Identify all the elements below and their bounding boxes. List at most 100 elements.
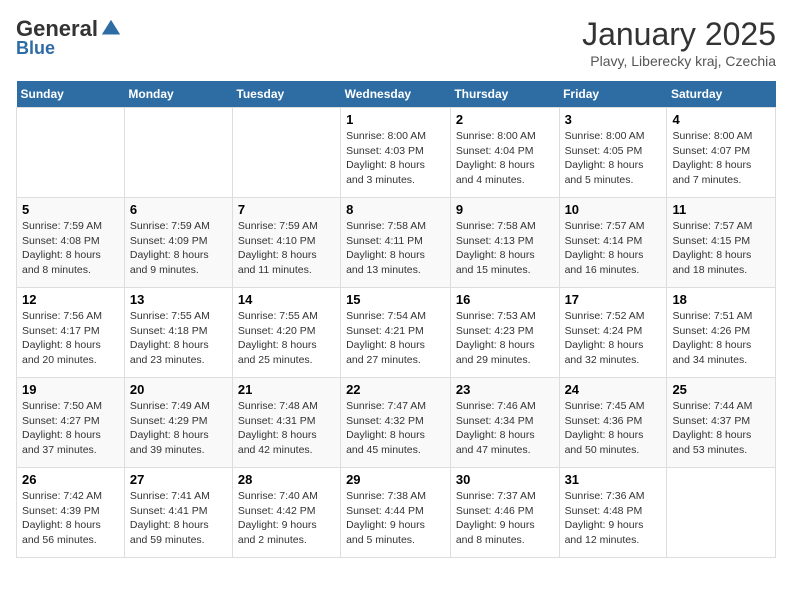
day-number: 22	[346, 382, 445, 397]
day-info: Sunrise: 7:45 AM Sunset: 4:36 PM Dayligh…	[565, 399, 662, 458]
weekday-header-monday: Monday	[124, 81, 232, 108]
calendar-table: SundayMondayTuesdayWednesdayThursdayFrid…	[16, 81, 776, 558]
calendar-day-31: 31 Sunrise: 7:36 AM Sunset: 4:48 PM Dayli…	[559, 468, 667, 558]
day-info: Sunrise: 7:42 AM Sunset: 4:39 PM Dayligh…	[22, 489, 119, 548]
day-info: Sunrise: 7:54 AM Sunset: 4:21 PM Dayligh…	[346, 309, 445, 368]
day-number: 11	[672, 202, 770, 217]
day-number: 14	[238, 292, 335, 307]
day-number: 10	[565, 202, 662, 217]
calendar-day-30: 30 Sunrise: 7:37 AM Sunset: 4:46 PM Dayli…	[450, 468, 559, 558]
day-info: Sunrise: 7:50 AM Sunset: 4:27 PM Dayligh…	[22, 399, 119, 458]
weekday-header-tuesday: Tuesday	[232, 81, 340, 108]
day-info: Sunrise: 7:36 AM Sunset: 4:48 PM Dayligh…	[565, 489, 662, 548]
calendar-day-29: 29 Sunrise: 7:38 AM Sunset: 4:44 PM Dayli…	[341, 468, 451, 558]
day-number: 6	[130, 202, 227, 217]
day-number: 29	[346, 472, 445, 487]
logo-icon	[100, 18, 122, 40]
day-info: Sunrise: 7:41 AM Sunset: 4:41 PM Dayligh…	[130, 489, 227, 548]
calendar-day-1: 1 Sunrise: 8:00 AM Sunset: 4:03 PM Daylig…	[341, 108, 451, 198]
day-number: 4	[672, 112, 770, 127]
day-number: 31	[565, 472, 662, 487]
calendar-day-3: 3 Sunrise: 8:00 AM Sunset: 4:05 PM Daylig…	[559, 108, 667, 198]
day-info: Sunrise: 8:00 AM Sunset: 4:05 PM Dayligh…	[565, 129, 662, 188]
day-info: Sunrise: 7:38 AM Sunset: 4:44 PM Dayligh…	[346, 489, 445, 548]
day-info: Sunrise: 7:58 AM Sunset: 4:13 PM Dayligh…	[456, 219, 554, 278]
calendar-day-16: 16 Sunrise: 7:53 AM Sunset: 4:23 PM Dayli…	[450, 288, 559, 378]
day-number: 21	[238, 382, 335, 397]
day-info: Sunrise: 7:57 AM Sunset: 4:15 PM Dayligh…	[672, 219, 770, 278]
calendar-day-22: 22 Sunrise: 7:47 AM Sunset: 4:32 PM Dayli…	[341, 378, 451, 468]
calendar-day-24: 24 Sunrise: 7:45 AM Sunset: 4:36 PM Dayli…	[559, 378, 667, 468]
day-info: Sunrise: 7:46 AM Sunset: 4:34 PM Dayligh…	[456, 399, 554, 458]
calendar-day-15: 15 Sunrise: 7:54 AM Sunset: 4:21 PM Dayli…	[341, 288, 451, 378]
weekday-header-saturday: Saturday	[667, 81, 776, 108]
day-number: 1	[346, 112, 445, 127]
calendar-week-row: 1 Sunrise: 8:00 AM Sunset: 4:03 PM Daylig…	[17, 108, 776, 198]
location-subtitle: Plavy, Liberecky kraj, Czechia	[582, 53, 776, 69]
day-number: 9	[456, 202, 554, 217]
calendar-day-2: 2 Sunrise: 8:00 AM Sunset: 4:04 PM Daylig…	[450, 108, 559, 198]
day-info: Sunrise: 7:44 AM Sunset: 4:37 PM Dayligh…	[672, 399, 770, 458]
day-number: 18	[672, 292, 770, 307]
page-header: General Blue January 2025 Plavy, Liberec…	[16, 16, 776, 69]
calendar-day-27: 27 Sunrise: 7:41 AM Sunset: 4:41 PM Dayli…	[124, 468, 232, 558]
day-number: 23	[456, 382, 554, 397]
day-number: 12	[22, 292, 119, 307]
day-number: 24	[565, 382, 662, 397]
calendar-day-20: 20 Sunrise: 7:49 AM Sunset: 4:29 PM Dayli…	[124, 378, 232, 468]
day-info: Sunrise: 7:59 AM Sunset: 4:08 PM Dayligh…	[22, 219, 119, 278]
day-info: Sunrise: 7:59 AM Sunset: 4:10 PM Dayligh…	[238, 219, 335, 278]
logo: General Blue	[16, 16, 122, 59]
day-number: 28	[238, 472, 335, 487]
calendar-day-7: 7Sunrise: 7:59 AM Sunset: 4:10 PM Daylig…	[232, 198, 340, 288]
month-title: January 2025	[582, 16, 776, 53]
calendar-day-8: 8Sunrise: 7:58 AM Sunset: 4:11 PM Daylig…	[341, 198, 451, 288]
day-info: Sunrise: 7:55 AM Sunset: 4:18 PM Dayligh…	[130, 309, 227, 368]
calendar-day-18: 18Sunrise: 7:51 AM Sunset: 4:26 PM Dayli…	[667, 288, 776, 378]
calendar-day-13: 13Sunrise: 7:55 AM Sunset: 4:18 PM Dayli…	[124, 288, 232, 378]
weekday-header-friday: Friday	[559, 81, 667, 108]
day-number: 17	[565, 292, 662, 307]
title-block: January 2025 Plavy, Liberecky kraj, Czec…	[582, 16, 776, 69]
day-info: Sunrise: 7:57 AM Sunset: 4:14 PM Dayligh…	[565, 219, 662, 278]
day-number: 15	[346, 292, 445, 307]
calendar-day-17: 17 Sunrise: 7:52 AM Sunset: 4:24 PM Dayli…	[559, 288, 667, 378]
day-info: Sunrise: 7:59 AM Sunset: 4:09 PM Dayligh…	[130, 219, 227, 278]
day-info: Sunrise: 8:00 AM Sunset: 4:04 PM Dayligh…	[456, 129, 554, 188]
day-number: 19	[22, 382, 119, 397]
day-number: 20	[130, 382, 227, 397]
day-number: 27	[130, 472, 227, 487]
calendar-day-empty	[17, 108, 125, 198]
calendar-week-row: 19 Sunrise: 7:50 AM Sunset: 4:27 PM Dayli…	[17, 378, 776, 468]
calendar-day-empty	[232, 108, 340, 198]
calendar-day-4: 4 Sunrise: 8:00 AM Sunset: 4:07 PM Daylig…	[667, 108, 776, 198]
calendar-day-14: 14 Sunrise: 7:55 AM Sunset: 4:20 PM Dayli…	[232, 288, 340, 378]
weekday-header-row: SundayMondayTuesdayWednesdayThursdayFrid…	[17, 81, 776, 108]
calendar-day-6: 6 Sunrise: 7:59 AM Sunset: 4:09 PM Daylig…	[124, 198, 232, 288]
day-number: 16	[456, 292, 554, 307]
day-info: Sunrise: 7:52 AM Sunset: 4:24 PM Dayligh…	[565, 309, 662, 368]
day-info: Sunrise: 7:40 AM Sunset: 4:42 PM Dayligh…	[238, 489, 335, 548]
day-number: 25	[672, 382, 770, 397]
day-info: Sunrise: 7:37 AM Sunset: 4:46 PM Dayligh…	[456, 489, 554, 548]
day-info: Sunrise: 7:48 AM Sunset: 4:31 PM Dayligh…	[238, 399, 335, 458]
calendar-day-11: 11 Sunrise: 7:57 AM Sunset: 4:15 PM Dayli…	[667, 198, 776, 288]
day-info: Sunrise: 8:00 AM Sunset: 4:03 PM Dayligh…	[346, 129, 445, 188]
day-number: 26	[22, 472, 119, 487]
weekday-header-sunday: Sunday	[17, 81, 125, 108]
weekday-header-thursday: Thursday	[450, 81, 559, 108]
day-info: Sunrise: 7:47 AM Sunset: 4:32 PM Dayligh…	[346, 399, 445, 458]
day-number: 30	[456, 472, 554, 487]
day-info: Sunrise: 7:55 AM Sunset: 4:20 PM Dayligh…	[238, 309, 335, 368]
day-number: 3	[565, 112, 662, 127]
day-info: Sunrise: 7:53 AM Sunset: 4:23 PM Dayligh…	[456, 309, 554, 368]
calendar-day-empty	[667, 468, 776, 558]
calendar-day-21: 21 Sunrise: 7:48 AM Sunset: 4:31 PM Dayli…	[232, 378, 340, 468]
day-info: Sunrise: 7:58 AM Sunset: 4:11 PM Dayligh…	[346, 219, 445, 278]
calendar-day-5: 5Sunrise: 7:59 AM Sunset: 4:08 PM Daylig…	[17, 198, 125, 288]
calendar-week-row: 26 Sunrise: 7:42 AM Sunset: 4:39 PM Dayli…	[17, 468, 776, 558]
day-info: Sunrise: 8:00 AM Sunset: 4:07 PM Dayligh…	[672, 129, 770, 188]
day-number: 2	[456, 112, 554, 127]
calendar-day-12: 12Sunrise: 7:56 AM Sunset: 4:17 PM Dayli…	[17, 288, 125, 378]
day-info: Sunrise: 7:49 AM Sunset: 4:29 PM Dayligh…	[130, 399, 227, 458]
